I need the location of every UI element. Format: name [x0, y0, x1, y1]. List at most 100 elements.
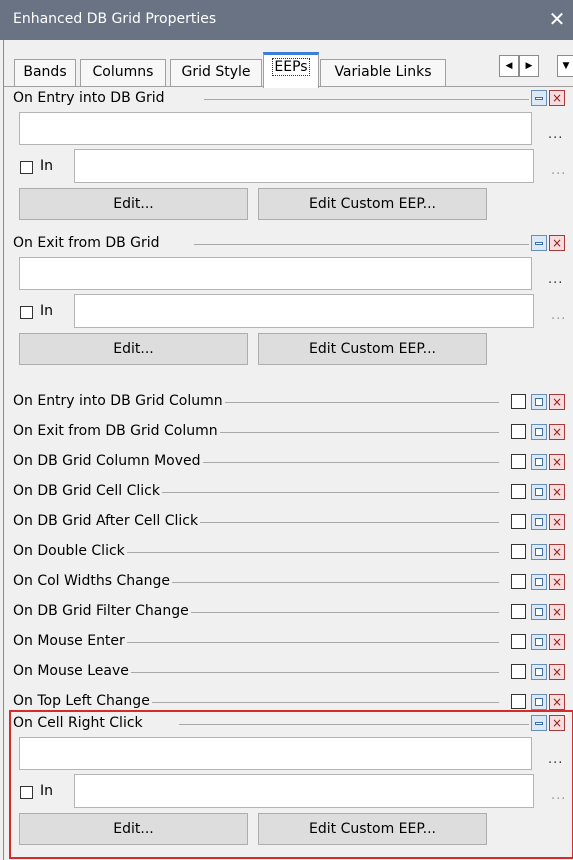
tab-menu-icon[interactable]: ▼: [557, 55, 573, 77]
enable-checkbox[interactable]: [511, 604, 526, 619]
enable-checkbox[interactable]: [511, 694, 526, 709]
event-label: On Top Left Change: [13, 693, 152, 709]
expand-icon[interactable]: [531, 574, 547, 590]
enable-checkbox[interactable]: [511, 484, 526, 499]
tab-columns[interactable]: Columns: [80, 59, 166, 86]
minimize-icon[interactable]: [531, 235, 547, 251]
tab-bar: Bands Columns Grid Style EEPs Variable L…: [4, 40, 573, 88]
event-section-cell-right-click: On Cell Right Click × ... In ... Edit...…: [4, 712, 573, 859]
event-label: On Double Click: [13, 543, 127, 559]
tab-grid-style[interactable]: Grid Style: [170, 59, 262, 86]
expand-icon[interactable]: [531, 544, 547, 560]
close-icon[interactable]: ×: [549, 514, 565, 530]
close-icon[interactable]: ×: [549, 424, 565, 440]
in-browse-button[interactable]: ...: [551, 308, 566, 323]
tab-scroll-right-icon[interactable]: ▶: [519, 55, 539, 77]
collapsed-event-row: On DB Grid Column Moved ×: [4, 447, 573, 477]
close-icon[interactable]: ×: [549, 484, 565, 500]
collapsed-event-row: On Col Widths Change ×: [4, 567, 573, 597]
tab-bands[interactable]: Bands: [14, 59, 76, 86]
tab-eeps[interactable]: EEPs: [263, 52, 319, 88]
properties-panel: Bands Columns Grid Style EEPs Variable L…: [3, 40, 573, 860]
event-label: On Entry into DB Grid: [13, 90, 165, 106]
edit-button[interactable]: Edit...: [19, 188, 248, 220]
expand-icon[interactable]: [531, 604, 547, 620]
expand-icon[interactable]: [531, 634, 547, 650]
enable-checkbox[interactable]: [511, 514, 526, 529]
event-label: On Cell Right Click: [13, 715, 143, 731]
close-icon[interactable]: ×: [549, 90, 565, 106]
divider: [204, 99, 529, 100]
close-icon[interactable]: ×: [549, 235, 565, 251]
close-icon[interactable]: ×: [549, 454, 565, 470]
enable-checkbox[interactable]: [511, 664, 526, 679]
browse-button[interactable]: ...: [548, 127, 563, 142]
collapsed-event-row: On DB Grid After Cell Click ×: [4, 507, 573, 537]
event-label: On Mouse Leave: [13, 663, 131, 679]
edit-custom-eep-button[interactable]: Edit Custom EEP...: [258, 813, 487, 845]
browse-button[interactable]: ...: [548, 272, 563, 287]
close-icon[interactable]: ×: [549, 574, 565, 590]
event-label: On DB Grid After Cell Click: [13, 513, 201, 529]
expand-icon[interactable]: [531, 514, 547, 530]
title-bar: Enhanced DB Grid Properties ✕: [0, 0, 573, 40]
tab-scroll-left-icon[interactable]: ◀: [499, 55, 519, 77]
enable-checkbox[interactable]: [511, 634, 526, 649]
enable-checkbox[interactable]: [511, 544, 526, 559]
close-icon[interactable]: ×: [549, 664, 565, 680]
minimize-icon[interactable]: [531, 90, 547, 106]
expand-icon[interactable]: [531, 664, 547, 680]
event-label: On Col Widths Change: [13, 573, 173, 589]
collapsed-event-row: On Exit from DB Grid Column ×: [4, 417, 573, 447]
in-browse-button[interactable]: ...: [551, 788, 566, 803]
enable-checkbox[interactable]: [511, 394, 526, 409]
edit-custom-eep-button[interactable]: Edit Custom EEP...: [258, 333, 487, 365]
event-label: On Exit from DB Grid: [13, 235, 160, 251]
eep-code-input[interactable]: [19, 737, 532, 770]
divider: [179, 724, 529, 725]
event-label: On Entry into DB Grid Column: [13, 393, 225, 409]
enable-checkbox[interactable]: [511, 454, 526, 469]
close-icon[interactable]: ×: [549, 694, 565, 710]
enable-checkbox[interactable]: [511, 424, 526, 439]
tab-variable-links[interactable]: Variable Links: [320, 59, 446, 86]
event-label: On Exit from DB Grid Column: [13, 423, 220, 439]
browse-button[interactable]: ...: [548, 752, 563, 767]
collapsed-event-row: On DB Grid Cell Click ×: [4, 477, 573, 507]
event-label: On DB Grid Filter Change: [13, 603, 191, 619]
eep-code-input[interactable]: [19, 257, 532, 290]
expand-icon[interactable]: [531, 484, 547, 500]
in-browse-button[interactable]: ...: [551, 163, 566, 178]
enable-checkbox[interactable]: [511, 574, 526, 589]
collapsed-event-row: On DB Grid Filter Change ×: [4, 597, 573, 627]
close-icon[interactable]: ×: [549, 604, 565, 620]
window-title: Enhanced DB Grid Properties: [13, 11, 217, 27]
expand-icon[interactable]: [531, 424, 547, 440]
in-checkbox[interactable]: [20, 161, 33, 174]
expand-icon[interactable]: [531, 454, 547, 470]
collapsed-event-row: On Entry into DB Grid Column ×: [4, 387, 573, 417]
edit-button[interactable]: Edit...: [19, 813, 248, 845]
in-label: In: [40, 303, 54, 319]
divider: [194, 244, 529, 245]
close-icon[interactable]: ×: [549, 544, 565, 560]
close-icon[interactable]: ×: [549, 394, 565, 410]
close-icon[interactable]: ✕: [547, 7, 567, 31]
collapsed-event-row: On Mouse Leave ×: [4, 657, 573, 687]
collapsed-event-row: On Mouse Enter ×: [4, 627, 573, 657]
edit-button[interactable]: Edit...: [19, 333, 248, 365]
eep-code-input[interactable]: [19, 112, 532, 145]
in-input[interactable]: [74, 774, 534, 808]
event-label: On DB Grid Cell Click: [13, 483, 162, 499]
in-input[interactable]: [74, 149, 534, 183]
in-input[interactable]: [74, 294, 534, 328]
in-checkbox[interactable]: [20, 786, 33, 799]
expand-icon[interactable]: [531, 394, 547, 410]
event-label: On DB Grid Column Moved: [13, 453, 203, 469]
in-checkbox[interactable]: [20, 306, 33, 319]
close-icon[interactable]: ×: [549, 634, 565, 650]
expand-icon[interactable]: [531, 694, 547, 710]
edit-custom-eep-button[interactable]: Edit Custom EEP...: [258, 188, 487, 220]
close-icon[interactable]: ×: [549, 715, 565, 731]
minimize-icon[interactable]: [531, 715, 547, 731]
